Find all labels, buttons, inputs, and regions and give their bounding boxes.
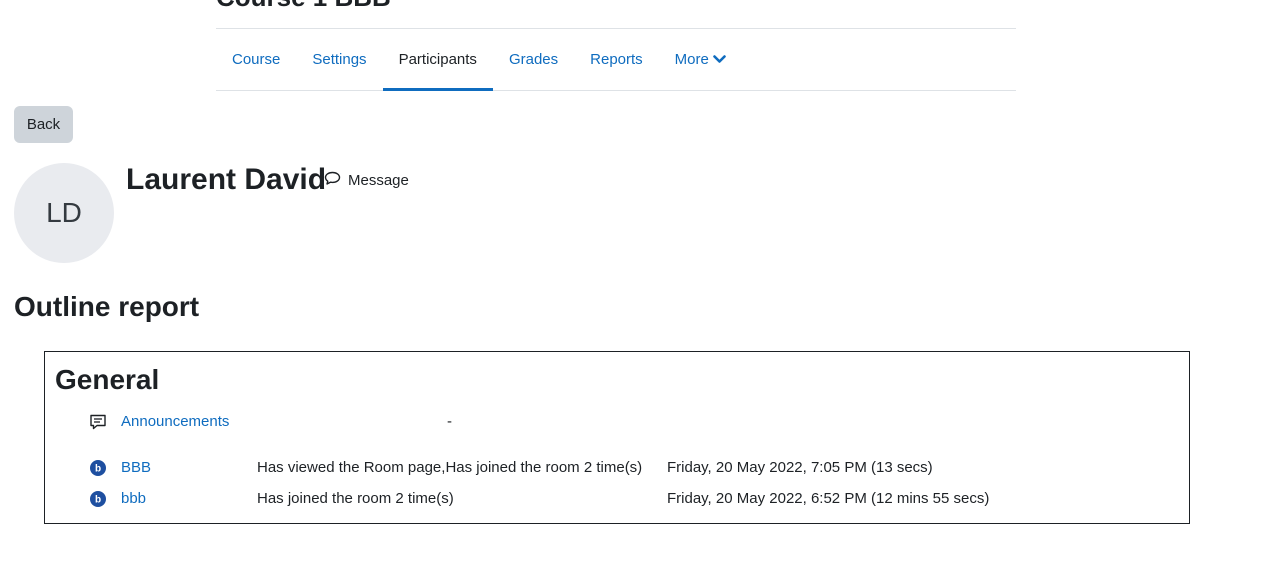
activity-no-data: - (447, 413, 452, 430)
avatar: LD (14, 163, 114, 263)
tab-more[interactable]: More (659, 29, 742, 90)
user-fullname: Laurent David (126, 163, 327, 196)
report-title: Outline report (14, 291, 200, 322)
back-button[interactable]: Back (14, 106, 73, 143)
activity-last-access: Friday, 20 May 2022, 6:52 PM (12 mins 55… (667, 490, 990, 507)
activity-link-bbb-2[interactable]: bbb (121, 490, 146, 507)
bigbluebutton-icon: b (89, 490, 107, 508)
message-icon (324, 171, 341, 190)
message-button[interactable]: Message (324, 171, 409, 190)
bigbluebutton-icon: b (89, 459, 107, 477)
section-general: General Announcements - b BBB Has viewed… (44, 351, 1190, 524)
tab-participants-label: Participants (398, 51, 477, 68)
tab-grades[interactable]: Grades (493, 29, 574, 90)
activity-link-announcements[interactable]: Announcements (121, 413, 229, 430)
tab-course[interactable]: Course (216, 29, 296, 90)
forum-icon (89, 413, 107, 431)
tab-reports[interactable]: Reports (574, 29, 659, 90)
course-title: Course 1 BBB (216, 0, 391, 13)
activity-row-announcements: Announcements - (45, 410, 1189, 434)
activity-row-bbb: b BBB Has viewed the Room page,Has joine… (45, 456, 1189, 480)
tab-settings-label: Settings (312, 51, 367, 68)
tab-course-label: Course (232, 51, 281, 68)
activity-info: Has joined the room 2 time(s) (257, 490, 454, 507)
activity-info: Has viewed the Room page,Has joined the … (257, 459, 643, 476)
tab-reports-label: Reports (590, 51, 643, 68)
section-name: General (55, 364, 160, 395)
svg-text:b: b (95, 495, 101, 506)
chevron-down-icon (713, 51, 726, 68)
tab-participants[interactable]: Participants (382, 29, 494, 91)
tab-grades-label: Grades (508, 51, 559, 68)
tab-more-label: More (674, 51, 709, 68)
svg-text:b: b (95, 464, 101, 475)
secondary-navigation: Course Settings Participants Grades Repo… (216, 28, 1016, 91)
tab-settings[interactable]: Settings (296, 29, 382, 90)
activity-row-bbb-2: b bbb Has joined the room 2 time(s) Frid… (45, 487, 1189, 511)
activity-last-access: Friday, 20 May 2022, 7:05 PM (13 secs) (667, 459, 933, 476)
activity-link-bbb[interactable]: BBB (121, 459, 151, 476)
message-label: Message (348, 172, 409, 189)
